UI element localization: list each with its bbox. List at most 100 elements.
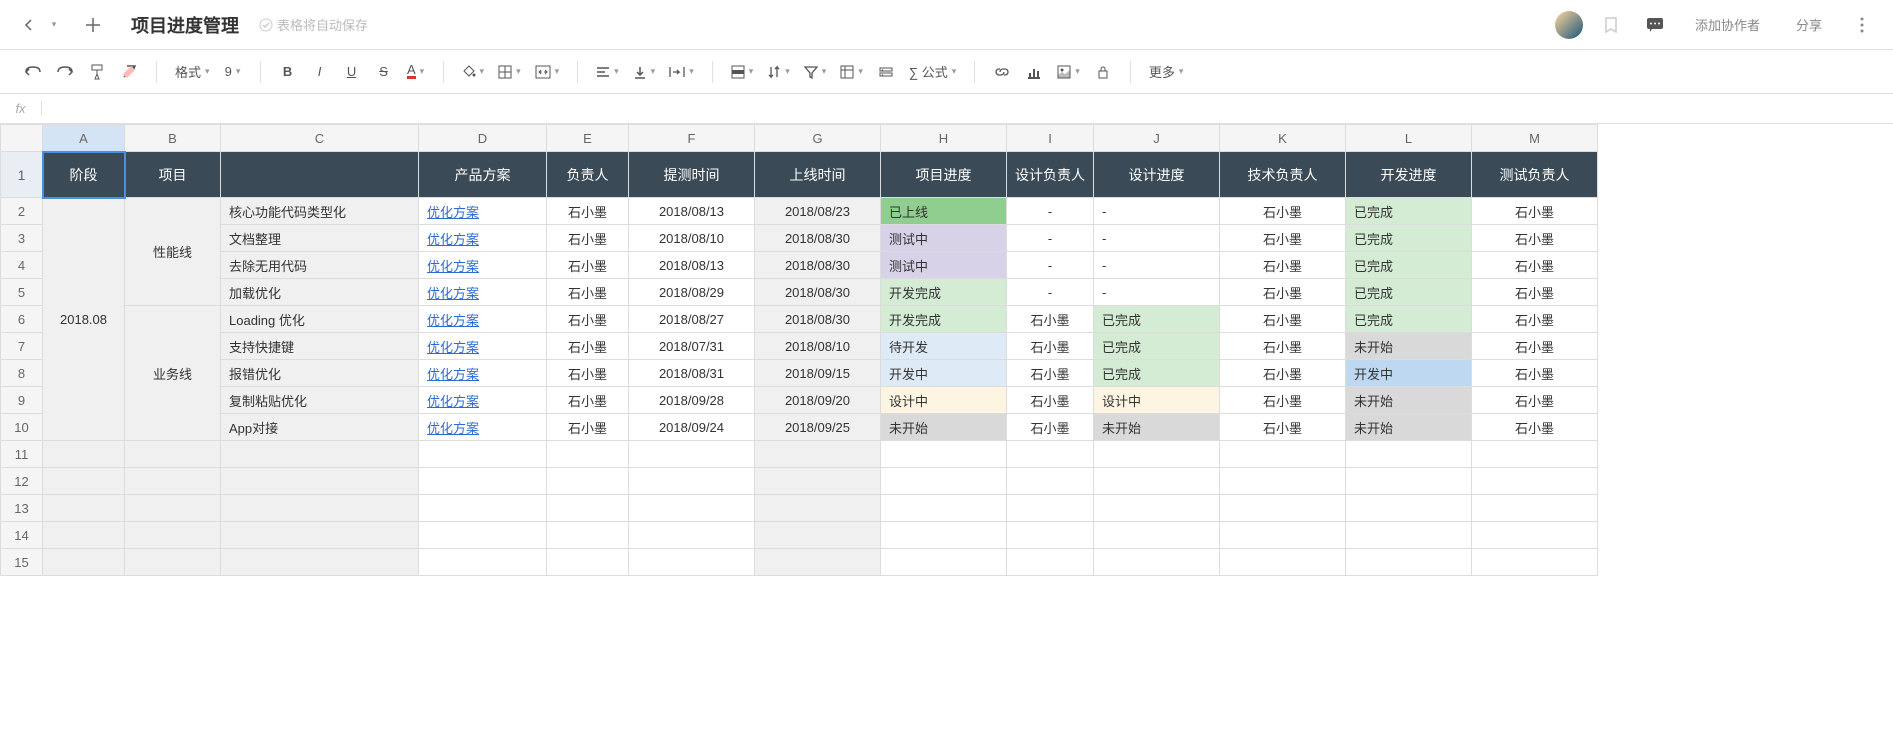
row-header-4[interactable]: 4	[1, 252, 43, 279]
more-dropdown[interactable]: 更多	[1145, 58, 1188, 86]
undo-button[interactable]	[20, 58, 46, 86]
cell-H14[interactable]	[881, 522, 1007, 549]
plan-link[interactable]: 优化方案	[427, 394, 479, 409]
cell-D14[interactable]	[419, 522, 547, 549]
column-header-G[interactable]: G	[755, 125, 881, 152]
cell-F4[interactable]: 2018/08/13	[629, 252, 755, 279]
cell-D2[interactable]: 优化方案	[419, 198, 547, 225]
row-header-13[interactable]: 13	[1, 495, 43, 522]
bold-button[interactable]: B	[275, 58, 301, 86]
cell-D10[interactable]: 优化方案	[419, 414, 547, 441]
row-header-15[interactable]: 15	[1, 549, 43, 576]
v-align-button[interactable]	[629, 58, 660, 86]
cell-D13[interactable]	[419, 495, 547, 522]
fill-color-button[interactable]	[458, 58, 489, 86]
cell-J14[interactable]	[1094, 522, 1220, 549]
cell-H4[interactable]: 测试中	[881, 252, 1007, 279]
cell-A13[interactable]	[43, 495, 125, 522]
text-wrap-button[interactable]	[665, 58, 698, 86]
sort-button[interactable]	[763, 58, 794, 86]
row-header-5[interactable]: 5	[1, 279, 43, 306]
cell-E4[interactable]: 石小墨	[547, 252, 629, 279]
plan-link[interactable]: 优化方案	[427, 421, 479, 436]
redo-button[interactable]	[52, 58, 78, 86]
cell-B6[interactable]: 业务线	[125, 306, 221, 441]
cell-L10[interactable]: 未开始	[1346, 414, 1472, 441]
cell-I14[interactable]	[1007, 522, 1094, 549]
cell-H9[interactable]: 设计中	[881, 387, 1007, 414]
cell-F10[interactable]: 2018/09/24	[629, 414, 755, 441]
lock-button[interactable]	[1090, 58, 1116, 86]
cell-F3[interactable]: 2018/08/10	[629, 225, 755, 252]
column-header-D[interactable]: D	[419, 125, 547, 152]
document-title[interactable]: 项目进度管理	[131, 12, 239, 38]
cell-L5[interactable]: 已完成	[1346, 279, 1472, 306]
row-header-6[interactable]: 6	[1, 306, 43, 333]
cell-I12[interactable]	[1007, 468, 1094, 495]
cell-H12[interactable]	[881, 468, 1007, 495]
font-size-dropdown[interactable]: 9	[220, 58, 246, 86]
row-header-11[interactable]: 11	[1, 441, 43, 468]
cell-M9[interactable]: 石小墨	[1472, 387, 1598, 414]
cell-D4[interactable]: 优化方案	[419, 252, 547, 279]
row-header-7[interactable]: 7	[1, 333, 43, 360]
cell-J11[interactable]	[1094, 441, 1220, 468]
cell-G12[interactable]	[755, 468, 881, 495]
cell-L1[interactable]: 开发进度	[1346, 152, 1472, 198]
clear-format-button[interactable]	[116, 58, 142, 86]
format-dropdown[interactable]: 格式	[171, 58, 214, 86]
bookmark-icon[interactable]	[1595, 11, 1627, 39]
cell-J8[interactable]: 已完成	[1094, 360, 1220, 387]
cell-A15[interactable]	[43, 549, 125, 576]
add-button[interactable]	[75, 7, 111, 43]
cell-G6[interactable]: 2018/08/30	[755, 306, 881, 333]
cell-B13[interactable]	[125, 495, 221, 522]
cell-G7[interactable]: 2018/08/10	[755, 333, 881, 360]
cell-I11[interactable]	[1007, 441, 1094, 468]
cell-C13[interactable]	[221, 495, 419, 522]
cell-J4[interactable]: -	[1094, 252, 1220, 279]
cell-I8[interactable]: 石小墨	[1007, 360, 1094, 387]
cell-E7[interactable]: 石小墨	[547, 333, 629, 360]
cell-C1[interactable]	[221, 152, 419, 198]
cell-K12[interactable]	[1220, 468, 1346, 495]
chart-button[interactable]	[1021, 58, 1047, 86]
cell-G13[interactable]	[755, 495, 881, 522]
text-color-button[interactable]: A	[403, 58, 429, 86]
back-button[interactable]	[15, 11, 43, 39]
underline-button[interactable]: U	[339, 58, 365, 86]
cell-H13[interactable]	[881, 495, 1007, 522]
cell-L13[interactable]	[1346, 495, 1472, 522]
cell-K7[interactable]: 石小墨	[1220, 333, 1346, 360]
cell-M1[interactable]: 测试负责人	[1472, 152, 1598, 198]
plan-link[interactable]: 优化方案	[427, 205, 479, 220]
cell-K15[interactable]	[1220, 549, 1346, 576]
cell-M13[interactable]	[1472, 495, 1598, 522]
merge-cells-button[interactable]	[531, 58, 564, 86]
cell-E8[interactable]: 石小墨	[547, 360, 629, 387]
italic-button[interactable]: I	[307, 58, 333, 86]
cell-G9[interactable]: 2018/09/20	[755, 387, 881, 414]
row-header-8[interactable]: 8	[1, 360, 43, 387]
cell-M3[interactable]: 石小墨	[1472, 225, 1598, 252]
cell-H7[interactable]: 待开发	[881, 333, 1007, 360]
cell-G4[interactable]: 2018/08/30	[755, 252, 881, 279]
column-header-L[interactable]: L	[1346, 125, 1472, 152]
column-header-C[interactable]: C	[221, 125, 419, 152]
cell-G1[interactable]: 上线时间	[755, 152, 881, 198]
cell-F2[interactable]: 2018/08/13	[629, 198, 755, 225]
cell-E5[interactable]: 石小墨	[547, 279, 629, 306]
cell-H1[interactable]: 项目进度	[881, 152, 1007, 198]
row-header-3[interactable]: 3	[1, 225, 43, 252]
cell-G10[interactable]: 2018/09/25	[755, 414, 881, 441]
cell-I2[interactable]: -	[1007, 198, 1094, 225]
cell-D8[interactable]: 优化方案	[419, 360, 547, 387]
select-all-corner[interactable]	[1, 125, 43, 152]
cell-K4[interactable]: 石小墨	[1220, 252, 1346, 279]
cell-J7[interactable]: 已完成	[1094, 333, 1220, 360]
cell-K6[interactable]: 石小墨	[1220, 306, 1346, 333]
cell-K3[interactable]: 石小墨	[1220, 225, 1346, 252]
insert-rows-button[interactable]	[727, 58, 758, 86]
cell-I15[interactable]	[1007, 549, 1094, 576]
row-header-10[interactable]: 10	[1, 414, 43, 441]
